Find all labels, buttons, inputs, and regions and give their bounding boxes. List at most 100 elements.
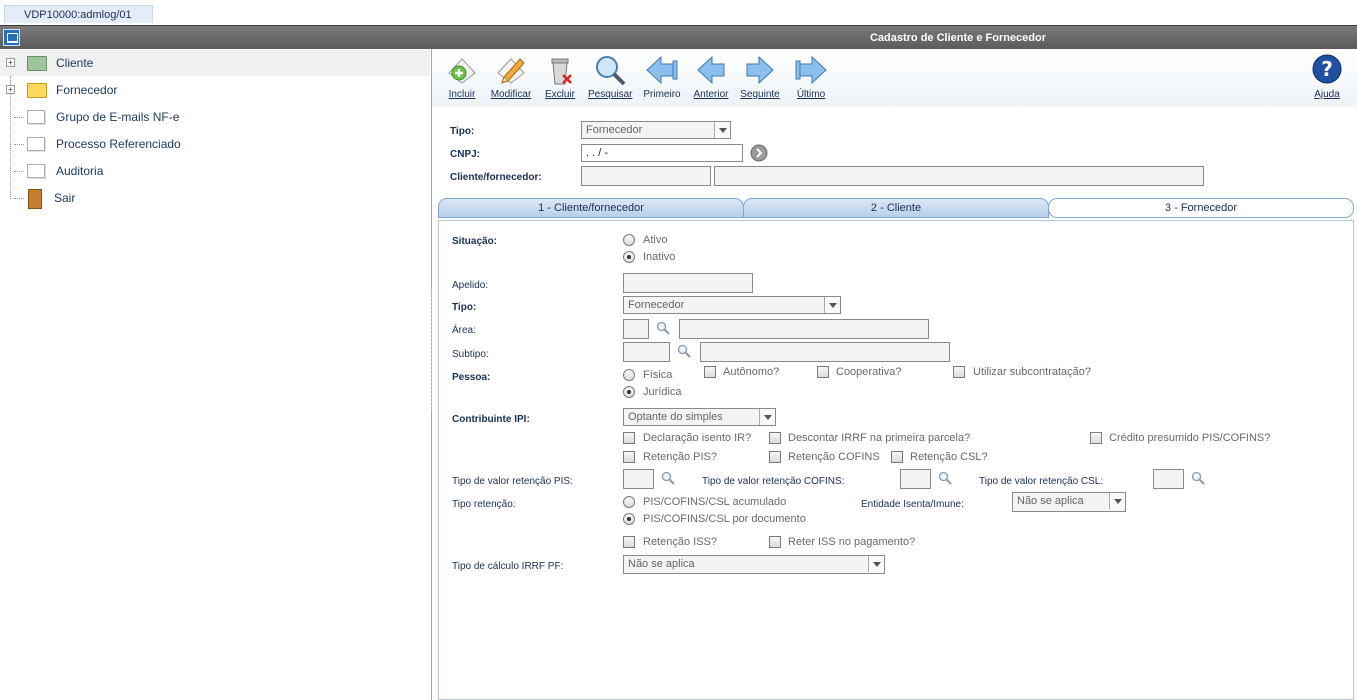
chevron-down-icon[interactable] xyxy=(868,556,884,572)
cliente-codigo-input[interactable] xyxy=(581,166,711,186)
retencao-cofins-checkbox[interactable] xyxy=(769,451,781,463)
tree-item-processo-referenciado[interactable]: Processo Referenciado xyxy=(0,131,430,157)
expand-plus-icon[interactable]: + xyxy=(6,85,15,94)
area-search-icon[interactable] xyxy=(656,321,670,335)
descontar-irrf-checkbox[interactable] xyxy=(769,432,781,444)
tab-fornecedor[interactable]: 3 - Fornecedor xyxy=(1048,198,1354,218)
modificar-button[interactable]: Modificar xyxy=(489,53,533,105)
juridica-radio[interactable] xyxy=(623,386,635,398)
primeiro-button[interactable]: Primeiro xyxy=(640,53,684,105)
ativo-label: Ativo xyxy=(643,234,668,246)
tipo-select[interactable]: Fornecedor xyxy=(581,121,731,139)
subtipo-codigo-input[interactable] xyxy=(623,342,670,362)
exit-door-icon xyxy=(28,189,42,209)
tv-csl-search-icon[interactable] xyxy=(1191,471,1205,485)
cliente-fornecedor-label: Cliente/fornecedor: xyxy=(450,172,542,183)
cnpj-input[interactable]: . . / - xyxy=(581,144,743,162)
seguinte-button[interactable]: Seguinte xyxy=(738,53,782,105)
tree-item-auditoria[interactable]: Auditoria xyxy=(0,158,430,184)
area-descricao-input[interactable] xyxy=(679,319,929,339)
tv-csl-input[interactable] xyxy=(1153,469,1184,489)
chevron-down-icon[interactable] xyxy=(1109,493,1125,509)
tree-item-label: Auditoria xyxy=(56,164,104,178)
cooperativa-checkbox[interactable] xyxy=(817,366,829,378)
irrf-pf-label: Tipo de cálculo IRRF PF: xyxy=(452,561,564,572)
retencao-pis-label: Retenção PIS? xyxy=(643,451,717,463)
subcontratacao-checkbox[interactable] xyxy=(953,366,965,378)
excluir-button[interactable]: Excluir xyxy=(538,53,582,105)
por-documento-label: PIS/COFINS/CSL por documento xyxy=(643,513,806,525)
autonomo-checkbox[interactable] xyxy=(704,366,716,378)
apelido-input[interactable] xyxy=(623,273,753,293)
tab-cliente-fornecedor[interactable]: 1 - Cliente/fornecedor xyxy=(438,198,744,218)
tv-cofins-search-icon[interactable] xyxy=(938,471,952,485)
toolbar-label: Primeiro xyxy=(643,89,681,100)
reter-iss-checkbox[interactable] xyxy=(769,536,781,548)
main-panel: Incluir Modificar Excluir Pesquisar Prim… xyxy=(432,49,1357,700)
irrf-pf-select[interactable]: Não se aplica xyxy=(623,555,885,574)
chevron-down-icon[interactable] xyxy=(759,409,775,425)
credito-presumido-checkbox[interactable] xyxy=(1090,432,1102,444)
acumulado-radio[interactable] xyxy=(623,496,635,508)
tree-item-grupo-emails[interactable]: Grupo de E-mails NF-e xyxy=(0,104,430,130)
next-arrow-icon xyxy=(746,55,774,85)
retencao-iss-checkbox[interactable] xyxy=(623,536,635,548)
ajuda-button[interactable]: ? Ajuda xyxy=(1305,53,1349,105)
tree-item-label: Grupo de E-mails NF-e xyxy=(56,110,180,124)
chevron-down-icon[interactable] xyxy=(714,122,730,138)
retencao-csl-label: Retenção CSL? xyxy=(910,451,988,463)
search-magnifier-icon xyxy=(596,56,626,86)
inativo-radio[interactable] xyxy=(623,251,635,263)
retencao-pis-checkbox[interactable] xyxy=(623,451,635,463)
cnpj-lookup-icon[interactable] xyxy=(750,144,768,162)
toolbar-label: Modificar xyxy=(490,89,532,100)
entidade-isenta-select[interactable]: Não se aplica xyxy=(1012,492,1126,512)
expand-plus-icon[interactable]: + xyxy=(6,58,15,67)
descontar-irrf-label: Descontar IRRF na primeira parcela? xyxy=(788,432,971,444)
tipo-fornecedor-select[interactable]: Fornecedor xyxy=(623,296,841,314)
session-tab[interactable]: VDP10000:admlog/01 xyxy=(4,5,153,23)
anterior-button[interactable]: Anterior xyxy=(689,53,733,105)
tree-item-label: Fornecedor xyxy=(56,83,118,97)
subtipo-search-icon[interactable] xyxy=(677,344,691,358)
select-value: Não se aplica xyxy=(1017,495,1084,507)
tv-pis-search-icon[interactable] xyxy=(661,471,675,485)
tab-label: 3 - Fornecedor xyxy=(1164,202,1238,214)
tree-item-cliente[interactable]: + Cliente xyxy=(0,50,430,76)
last-record-icon xyxy=(795,55,827,85)
ativo-radio[interactable] xyxy=(623,234,635,246)
por-documento-radio[interactable] xyxy=(623,513,635,525)
chevron-down-icon[interactable] xyxy=(824,297,840,313)
tipo-fornecedor-label: Tipo: xyxy=(452,302,477,313)
session-tab-strip: VDP10000:admlog/01 xyxy=(0,0,1357,24)
add-record-icon xyxy=(448,58,476,84)
tv-pis-input[interactable] xyxy=(623,469,654,489)
contribuinte-ipi-select[interactable]: Optante do simples xyxy=(623,408,776,426)
page-icon xyxy=(27,137,45,151)
pesquisar-button[interactable]: Pesquisar xyxy=(588,53,632,105)
cliente-nome-input[interactable] xyxy=(714,166,1204,186)
folder-yellow-icon xyxy=(27,83,47,98)
page-icon xyxy=(27,110,45,124)
ultimo-button[interactable]: Último xyxy=(789,53,833,105)
declaracao-isento-checkbox[interactable] xyxy=(623,432,635,444)
fisica-radio[interactable] xyxy=(623,369,635,381)
previous-arrow-icon xyxy=(697,55,725,85)
retencao-iss-label: Retenção ISS? xyxy=(643,536,717,548)
tree-item-label: Processo Referenciado xyxy=(56,137,181,151)
tv-cofins-input[interactable] xyxy=(900,469,931,489)
tree-item-sair[interactable]: Sair xyxy=(0,185,430,211)
tree-item-label: Cliente xyxy=(56,56,94,70)
tv-csl-label: Tipo de valor retenção CSL: xyxy=(979,476,1104,487)
tipo-select-value: Fornecedor xyxy=(586,124,643,136)
area-codigo-input[interactable] xyxy=(623,319,649,339)
subtipo-descricao-input[interactable] xyxy=(700,342,950,362)
incluir-button[interactable]: Incluir xyxy=(440,53,484,105)
select-value: Fornecedor xyxy=(628,299,685,311)
tree-item-fornecedor[interactable]: + Fornecedor xyxy=(0,77,430,103)
contribuinte-ipi-label: Contribuinte IPI: xyxy=(452,414,530,425)
acumulado-label: PIS/COFINS/CSL acumulado xyxy=(643,496,787,508)
tab-cliente[interactable]: 2 - Cliente xyxy=(743,198,1049,218)
retencao-csl-checkbox[interactable] xyxy=(891,451,903,463)
window-titlebar: Cadastro de Cliente e Fornecedor xyxy=(0,25,1357,50)
